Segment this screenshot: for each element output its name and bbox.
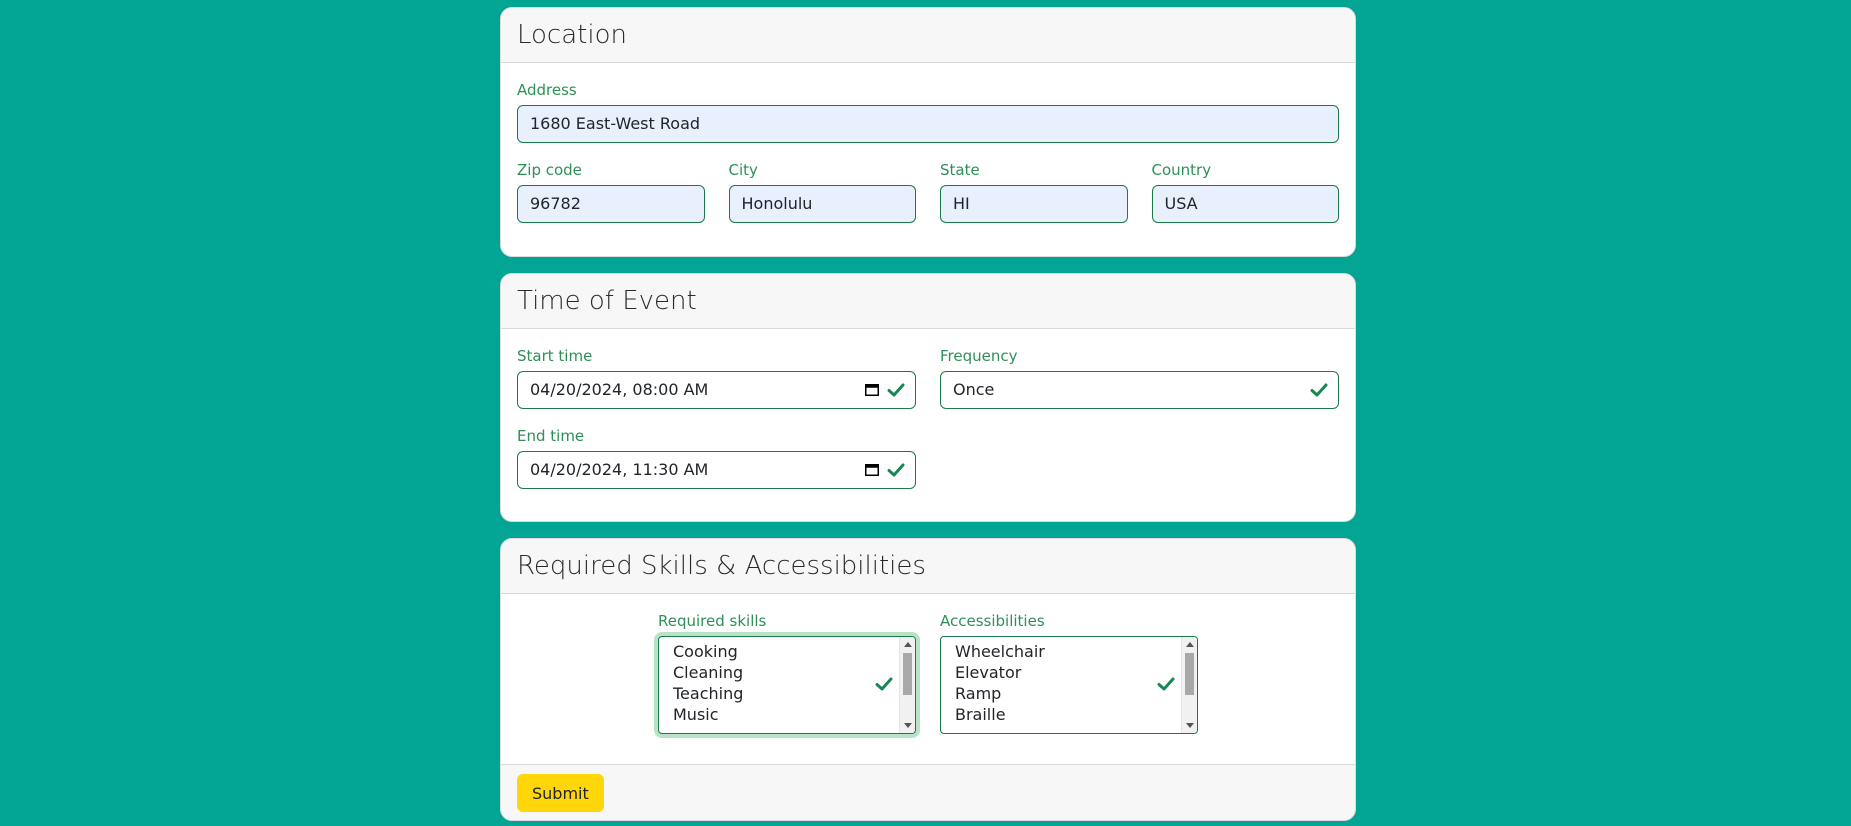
skill-option[interactable]: Teaching	[673, 683, 901, 704]
start-time-label: Start time	[517, 347, 593, 365]
start-time-input[interactable]: 04/20/2024, 08:00 AM	[517, 371, 916, 409]
state-input[interactable]: HI	[940, 185, 1128, 223]
check-icon	[1310, 383, 1328, 397]
scroll-down-arrow-icon[interactable]	[1186, 723, 1194, 728]
skills-card: Required Skills & Accessibilities Requir…	[500, 538, 1356, 821]
frequency-select[interactable]: Once	[940, 371, 1339, 409]
skill-option[interactable]: Cooking	[673, 641, 901, 662]
scroll-thumb[interactable]	[1185, 653, 1194, 695]
scroll-up-arrow-icon[interactable]	[904, 642, 912, 647]
accessibility-option[interactable]: Elevator	[955, 662, 1183, 683]
location-title: Location	[501, 8, 1355, 63]
accessibility-option[interactable]: Braille	[955, 704, 1183, 725]
scroll-up-arrow-icon[interactable]	[1186, 642, 1194, 647]
zip-input[interactable]: 96782	[517, 185, 705, 223]
accessibilities-label: Accessibilities	[940, 612, 1045, 630]
scroll-down-arrow-icon[interactable]	[904, 723, 912, 728]
skills-multiselect[interactable]: Cooking Cleaning Teaching Music	[658, 636, 916, 734]
check-icon	[887, 383, 905, 397]
country-input[interactable]: USA	[1151, 185, 1339, 223]
check-icon	[1157, 677, 1175, 691]
scrollbar[interactable]	[1181, 637, 1197, 733]
frequency-label: Frequency	[940, 347, 1018, 365]
skills-title: Required Skills & Accessibilities	[501, 539, 1355, 594]
end-time-value: 04/20/2024, 11:30 AM	[530, 460, 709, 479]
country-label: Country	[1151, 161, 1212, 179]
submit-button[interactable]: Submit	[517, 774, 604, 812]
end-time-input[interactable]: 04/20/2024, 11:30 AM	[517, 451, 916, 489]
address-input[interactable]: 1680 East-West Road	[517, 105, 1339, 143]
calendar-icon[interactable]	[865, 383, 879, 396]
scrollbar[interactable]	[899, 637, 915, 733]
skill-option[interactable]: Music	[673, 704, 901, 725]
time-title: Time of Event	[501, 274, 1355, 329]
form-footer: Submit	[501, 764, 1355, 820]
check-icon	[875, 677, 893, 691]
frequency-value: Once	[953, 380, 995, 399]
event-form: Location Address 1680 East-West Road Zip…	[500, 7, 1356, 821]
accessibility-option[interactable]: Wheelchair	[955, 641, 1183, 662]
location-card: Location Address 1680 East-West Road Zip…	[500, 7, 1356, 257]
start-time-value: 04/20/2024, 08:00 AM	[530, 380, 709, 399]
state-label: State	[940, 161, 980, 179]
check-icon	[887, 463, 905, 477]
zip-label: Zip code	[517, 161, 582, 179]
calendar-icon[interactable]	[865, 463, 879, 476]
skills-label: Required skills	[658, 612, 767, 630]
city-input[interactable]: Honolulu	[728, 185, 916, 223]
city-label: City	[728, 161, 758, 179]
time-card: Time of Event Start time 04/20/2024, 08:…	[500, 273, 1356, 522]
address-label: Address	[517, 81, 577, 99]
accessibility-option[interactable]: Ramp	[955, 683, 1183, 704]
scroll-thumb[interactable]	[903, 653, 912, 695]
end-time-label: End time	[517, 427, 585, 445]
accessibilities-multiselect[interactable]: Wheelchair Elevator Ramp Braille	[940, 636, 1198, 734]
skill-option[interactable]: Cleaning	[673, 662, 901, 683]
